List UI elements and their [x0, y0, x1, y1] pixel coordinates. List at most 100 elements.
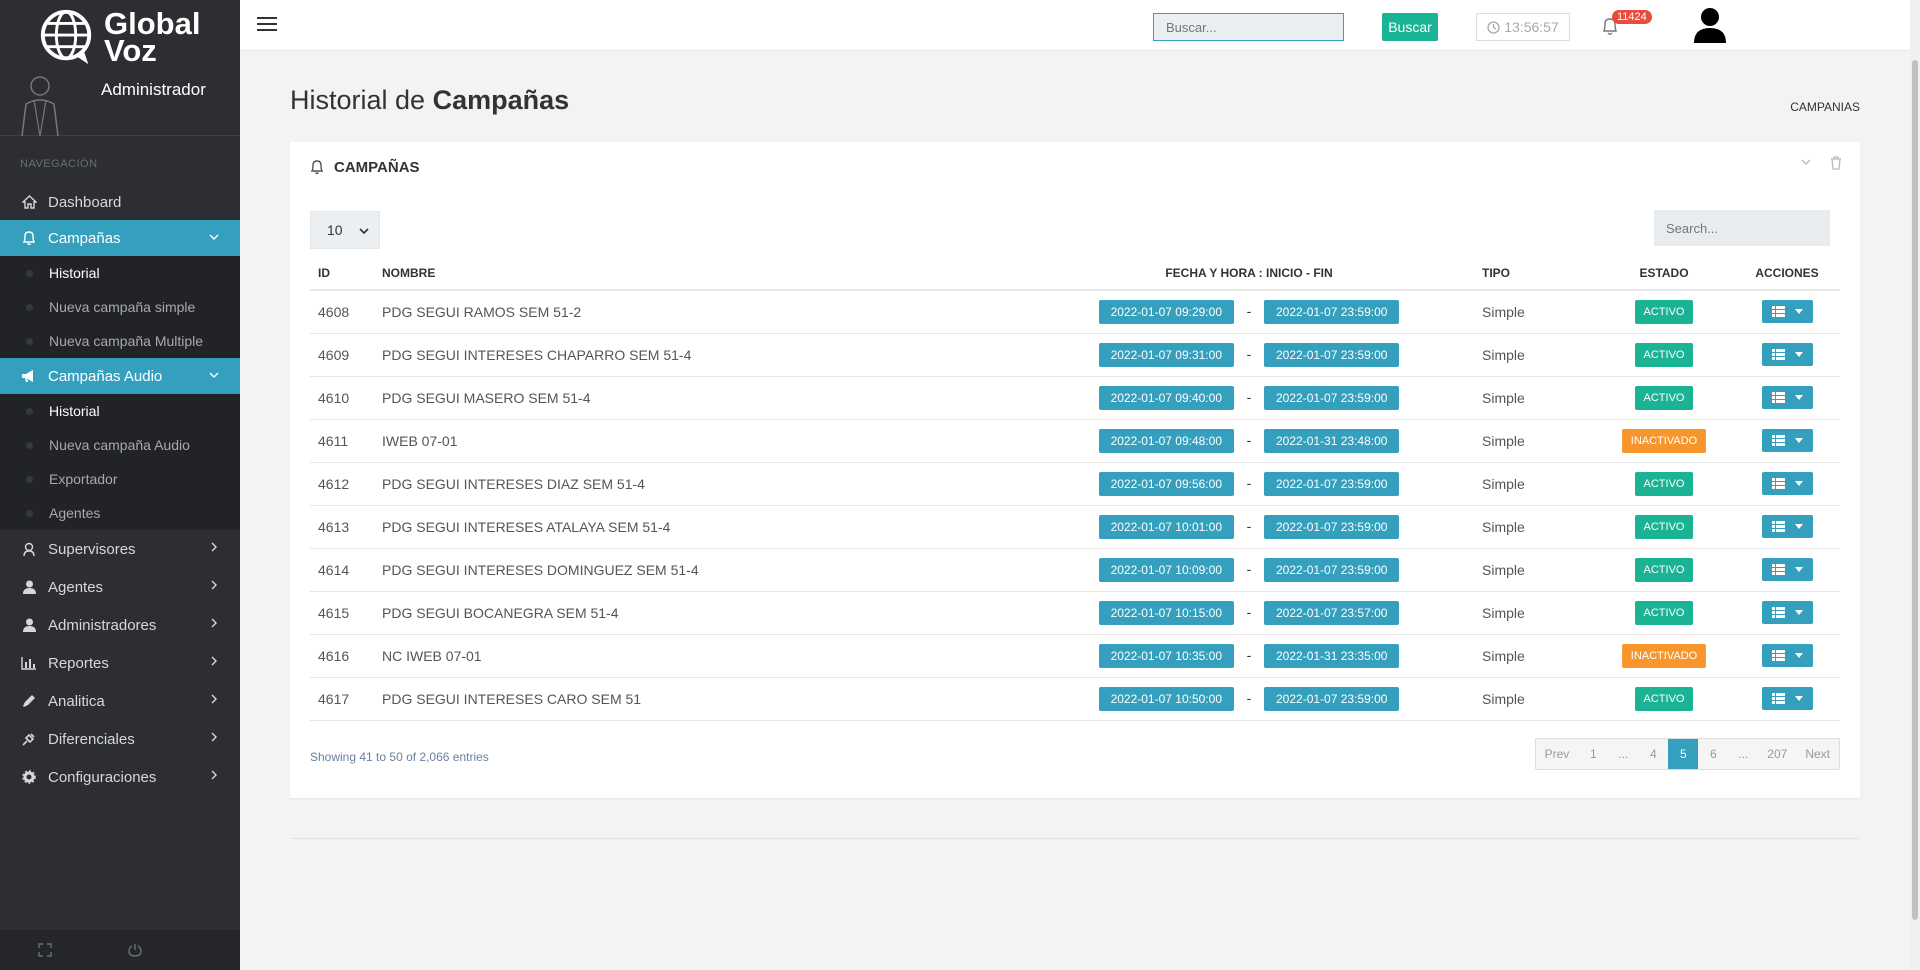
sidebar-item-analitica[interactable]: Analitica — [0, 682, 240, 720]
row-actions-button[interactable] — [1761, 558, 1813, 581]
table-row: 4609 PDG SEGUI INTERESES CHAPARRO SEM 51-… — [310, 333, 1840, 377]
chevron-right-icon — [211, 770, 217, 780]
pagination-item[interactable]: Next — [1796, 739, 1839, 769]
datetime-separator: - — [1246, 431, 1252, 448]
column-header-tipo[interactable]: TIPO — [1474, 256, 1594, 291]
scrollbar-thumb[interactable] — [1912, 60, 1918, 920]
page-length-select[interactable]: 10 — [310, 211, 380, 249]
page-scrollbar[interactable] — [1910, 0, 1920, 970]
submenu-item-nueva-audio[interactable]: Nueva campaña Audio — [0, 428, 240, 462]
cell-id: 4611 — [310, 419, 374, 463]
submenu-item-nueva-simple[interactable]: Nueva campaña simple — [0, 290, 240, 324]
chevron-right-icon — [211, 542, 217, 552]
cell-fecha: 2022-01-07 10:15:00-2022-01-07 23:57:00 — [1024, 591, 1474, 635]
row-actions-button[interactable] — [1761, 472, 1813, 495]
column-header-estado[interactable]: ESTADO — [1594, 256, 1734, 291]
end-datetime-tag: 2022-01-07 23:59:00 — [1264, 299, 1400, 324]
datetime-separator: - — [1246, 302, 1252, 319]
end-datetime-tag: 2022-01-07 23:59:00 — [1264, 471, 1400, 496]
start-datetime-tag: 2022-01-07 09:40:00 — [1098, 385, 1234, 410]
global-search-input[interactable] — [1153, 13, 1344, 41]
list-icon — [1771, 306, 1785, 318]
row-actions-button[interactable] — [1761, 300, 1813, 324]
gear-icon — [20, 768, 38, 786]
card-tools — [1800, 156, 1842, 170]
eyedropper-icon — [20, 692, 38, 710]
pagination-item[interactable]: 6 — [1698, 739, 1728, 769]
clock-time: 13:56:57 — [1504, 19, 1559, 35]
pagination-item[interactable]: 1 — [1578, 739, 1608, 769]
submenu-item-historial-audio[interactable]: Historial — [0, 394, 240, 428]
table-row: 4613 PDG SEGUI INTERESES ATALAYA SEM 51-4… — [310, 505, 1840, 549]
status-badge: ACTIVO — [1634, 299, 1694, 324]
row-actions-button[interactable] — [1761, 429, 1813, 452]
end-datetime-tag: 2022-01-31 23:35:00 — [1264, 643, 1400, 668]
start-datetime-tag: 2022-01-07 09:31:00 — [1098, 342, 1234, 367]
cell-id: 4614 — [310, 548, 374, 592]
start-datetime-tag: 2022-01-07 10:09:00 — [1098, 557, 1234, 582]
column-header-id[interactable]: ID — [310, 256, 374, 291]
home-icon — [20, 193, 38, 211]
sidebar-item-label: Supervisores — [48, 540, 136, 558]
submenu-item-historial[interactable]: Historial — [0, 256, 240, 290]
caret-down-icon — [1794, 524, 1803, 529]
end-datetime-tag: 2022-01-07 23:59:00 — [1264, 385, 1400, 410]
row-actions-button[interactable] — [1761, 644, 1813, 667]
page-title-light: Historial de — [290, 85, 426, 115]
submenu-item-exportador[interactable]: Exportador — [0, 462, 240, 496]
table-row: 4611 IWEB 07-01 2022-01-07 09:48:00-2022-0… — [310, 419, 1840, 463]
sidebar-item-supervisores[interactable]: Supervisores — [0, 530, 240, 568]
power-icon[interactable] — [90, 943, 180, 957]
row-actions-button[interactable] — [1761, 343, 1813, 366]
sidebar-item-campanas-audio[interactable]: Campañas Audio — [0, 358, 240, 394]
page-title: Historial de Campañas — [290, 85, 569, 116]
trash-icon[interactable] — [1830, 156, 1842, 170]
cell-estado: INACTIVADO — [1594, 634, 1734, 678]
pagination-item[interactable]: 207 — [1758, 739, 1796, 769]
list-icon — [1771, 478, 1785, 489]
cell-nombre: PDG SEGUI BOCANEGRA SEM 51-4 — [374, 591, 1024, 635]
column-header-nombre[interactable]: NOMBRE — [374, 256, 1024, 291]
campaigns-table: ID NOMBRE FECHA Y HORA : INICIO - FIN TI… — [310, 256, 1840, 721]
start-datetime-tag: 2022-01-07 09:29:00 — [1098, 299, 1234, 324]
brand-logo[interactable]: Global Voz — [38, 8, 200, 66]
sidebar-item-label: Dashboard — [48, 193, 122, 211]
global-search-button[interactable]: Buscar — [1382, 13, 1438, 41]
cell-acciones — [1734, 419, 1840, 463]
sidebar-item-agentes[interactable]: Agentes — [0, 568, 240, 606]
column-header-fecha[interactable]: FECHA Y HORA : INICIO - FIN — [1024, 256, 1474, 291]
fullscreen-icon[interactable] — [0, 943, 90, 957]
pagination-item[interactable]: 5 — [1668, 739, 1699, 769]
end-datetime-tag: 2022-01-07 23:59:00 — [1264, 514, 1400, 539]
table-row: 4615 PDG SEGUI BOCANEGRA SEM 51-4 2022-01-… — [310, 591, 1840, 635]
user-avatar-icon[interactable] — [1693, 7, 1727, 43]
cell-nombre: PDG SEGUI INTERESES CARO SEM 51 — [374, 677, 1024, 721]
cell-acciones — [1734, 505, 1840, 549]
row-actions-button[interactable] — [1761, 687, 1813, 710]
cell-nombre: NC IWEB 07-01 — [374, 634, 1024, 678]
sidebar-item-diferenciales[interactable]: Diferenciales — [0, 720, 240, 758]
sidebar-item-campanas[interactable]: Campañas — [0, 220, 240, 256]
pagination-item[interactable]: Prev — [1536, 739, 1579, 769]
submenu-item-nueva-multiple[interactable]: Nueva campaña Multiple — [0, 324, 240, 358]
cell-id: 4616 — [310, 634, 374, 678]
sidebar-item-reportes[interactable]: Reportes — [0, 644, 240, 682]
clock-icon — [1487, 20, 1500, 34]
table-search-input[interactable] — [1654, 210, 1830, 246]
cell-tipo: Simple — [1474, 677, 1594, 721]
sidebar-item-administradores[interactable]: Administradores — [0, 606, 240, 644]
row-actions-button[interactable] — [1761, 515, 1813, 538]
sidebar-item-dashboard[interactable]: Dashboard — [0, 184, 240, 220]
sidebar-item-configuraciones[interactable]: Configuraciones — [0, 758, 240, 796]
globe-chat-icon — [40, 9, 92, 65]
menu-toggle-icon[interactable] — [257, 17, 277, 33]
submenu-item-agentes[interactable]: Agentes — [0, 496, 240, 530]
bar-chart-icon — [20, 654, 38, 672]
breadcrumb[interactable]: CAMPANIAS — [1790, 100, 1860, 114]
row-actions-button[interactable] — [1761, 601, 1813, 624]
row-actions-button[interactable] — [1761, 386, 1813, 409]
cell-tipo: Simple — [1474, 419, 1594, 463]
cell-acciones — [1734, 634, 1840, 678]
pagination-item[interactable]: 4 — [1638, 739, 1668, 769]
collapse-chevron-icon[interactable] — [1800, 156, 1812, 168]
